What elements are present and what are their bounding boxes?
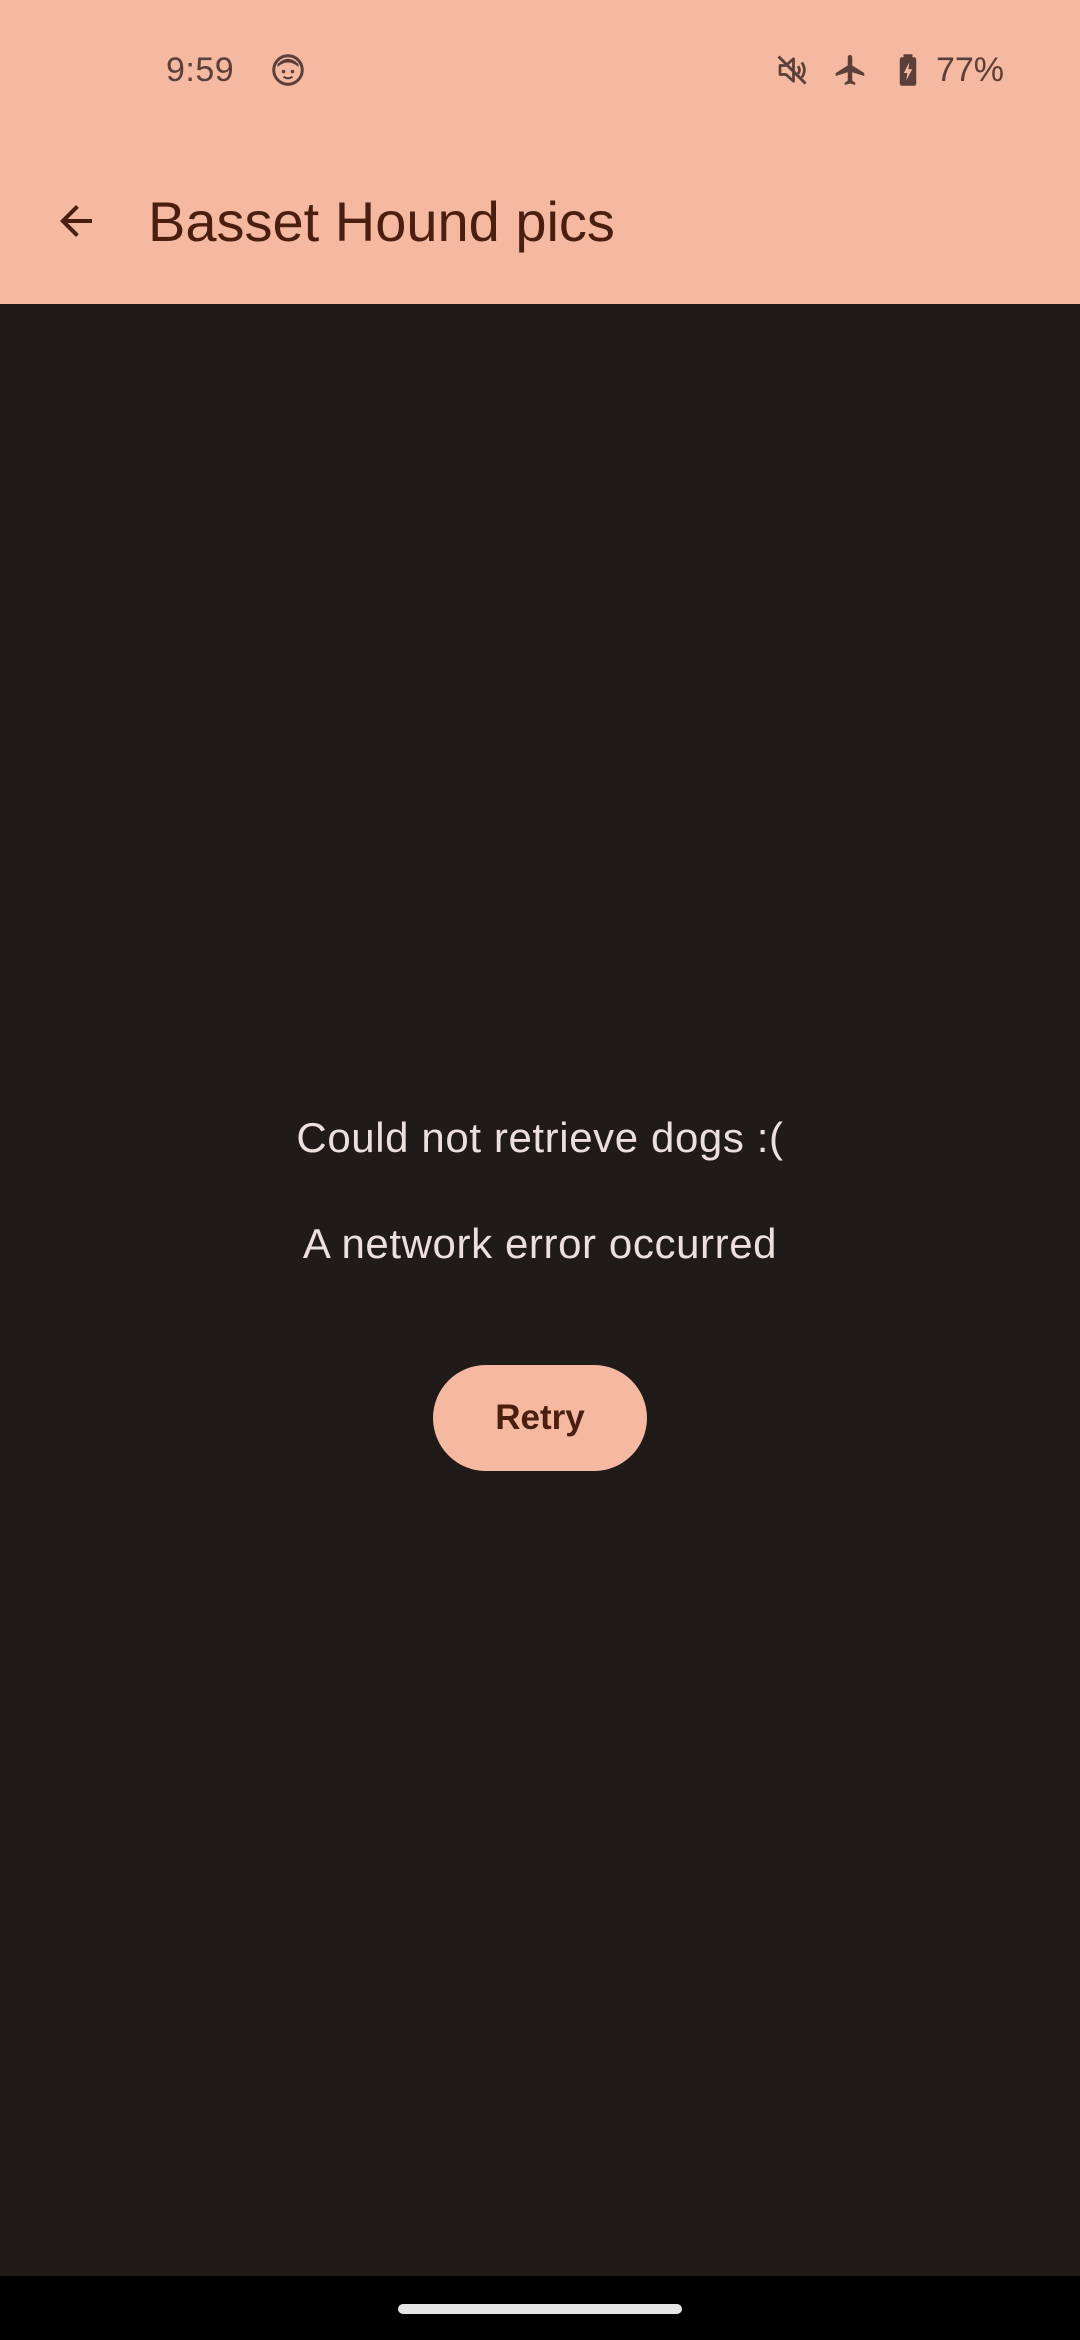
mute-icon [777, 55, 807, 85]
retry-button[interactable]: Retry [433, 1365, 647, 1471]
home-gesture-handle[interactable] [398, 2304, 682, 2314]
error-title: Could not retrieve dogs :( [296, 1114, 784, 1161]
battery-percent: 77% [935, 51, 1004, 89]
face-icon [272, 54, 304, 86]
arrow-back-icon [60, 205, 92, 237]
status-icons: 77% [774, 46, 1004, 94]
page-title: Basset Hound pics [148, 190, 615, 253]
back-button[interactable] [32, 177, 120, 265]
error-detail: A network error occurred [302, 1220, 778, 1267]
app-screen: 9:59 77% Basset Hound pics Could not ret… [0, 0, 1080, 2340]
status-time: 9:59 [166, 51, 235, 89]
status-bar: 9:59 77% [0, 0, 1080, 138]
top-app-bar: Basset Hound pics [0, 138, 1080, 304]
battery-charging-icon [899, 54, 917, 86]
error-state: Could not retrieve dogs :( A network err… [0, 304, 1080, 2276]
navigation-bar [0, 2276, 1080, 2340]
airplane-icon [835, 55, 865, 85]
